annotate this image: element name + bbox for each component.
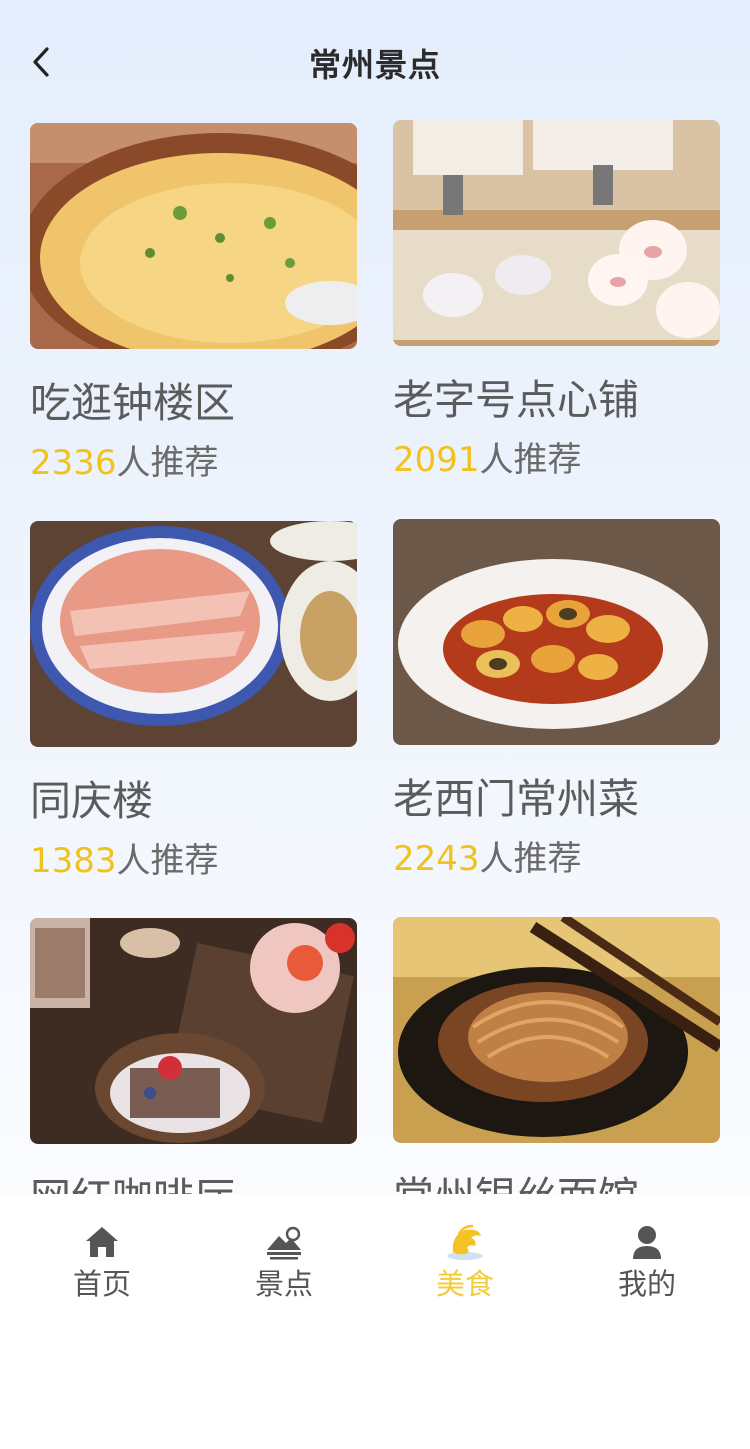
card-title: 同庆楼 xyxy=(30,777,153,825)
header: 常州景点 xyxy=(0,0,750,120)
preserved-egg-dish-photo xyxy=(393,519,720,745)
food-icon xyxy=(447,1224,483,1260)
tab-home[interactable]: 首页 xyxy=(12,1222,192,1312)
bottom-tab-bar: 首页 景点 美食 我的 xyxy=(0,1194,750,1449)
recommend-number: 2336 xyxy=(30,443,117,483)
page-title: 常州景点 xyxy=(308,46,441,84)
recommend-suffix: 人推荐 xyxy=(116,841,219,881)
food-card[interactable]: 网红咖啡厅 xyxy=(30,918,357,1194)
recommend-count: 1383人推荐 xyxy=(30,841,357,881)
sliced-pork-plate-photo xyxy=(30,521,357,747)
food-grid: 吃逛钟楼区 2336人推荐 老字号点心铺 2091人推荐 同庆楼 1383人推荐… xyxy=(0,120,750,1194)
recommend-number: 2091 xyxy=(393,440,480,480)
tab-food[interactable]: 美食 xyxy=(375,1222,555,1312)
recommend-number: 1383 xyxy=(30,841,117,881)
recommend-suffix: 人推荐 xyxy=(479,440,582,480)
tab-label: 我的 xyxy=(617,1267,676,1301)
food-card[interactable]: 老西门常州菜 2243人推荐 xyxy=(393,519,720,879)
recommend-count: 2091人推荐 xyxy=(393,440,720,480)
food-card[interactable]: 常州银丝面馆 xyxy=(393,917,720,1194)
noodle-bowl-photo xyxy=(393,917,720,1143)
card-title: 常州银丝面馆 xyxy=(393,1173,720,1194)
recommend-number: 2243 xyxy=(393,839,480,879)
home-icon xyxy=(86,1227,118,1257)
food-card[interactable]: 吃逛钟楼区 2336人推荐 xyxy=(30,123,357,483)
food-card[interactable]: 老字号点心铺 2091人推荐 xyxy=(393,120,720,480)
recommend-suffix: 人推荐 xyxy=(479,839,582,879)
scenery-icon xyxy=(267,1226,301,1260)
cafe-dessert-table-photo xyxy=(30,918,357,1144)
card-title: 吃逛钟楼区 xyxy=(30,379,235,427)
food-card[interactable]: 同庆楼 1383人推荐 xyxy=(30,521,357,881)
recommend-suffix: 人推荐 xyxy=(116,443,219,483)
user-icon xyxy=(633,1226,661,1259)
card-title: 网红咖啡厅 xyxy=(30,1174,357,1194)
tab-label: 美食 xyxy=(435,1267,494,1301)
tab-label: 首页 xyxy=(72,1267,131,1301)
recommend-count: 2336人推荐 xyxy=(30,443,357,483)
card-title: 老字号点心铺 xyxy=(393,376,639,424)
tab-profile[interactable]: 我的 xyxy=(557,1222,737,1312)
card-title: 老西门常州菜 xyxy=(393,775,639,823)
rice-porridge-photo xyxy=(30,123,357,349)
tab-label: 景点 xyxy=(254,1267,313,1301)
tab-scenery[interactable]: 景点 xyxy=(194,1222,374,1312)
dim-sum-steamer-photo xyxy=(393,120,720,346)
recommend-count: 2243人推荐 xyxy=(393,839,720,879)
